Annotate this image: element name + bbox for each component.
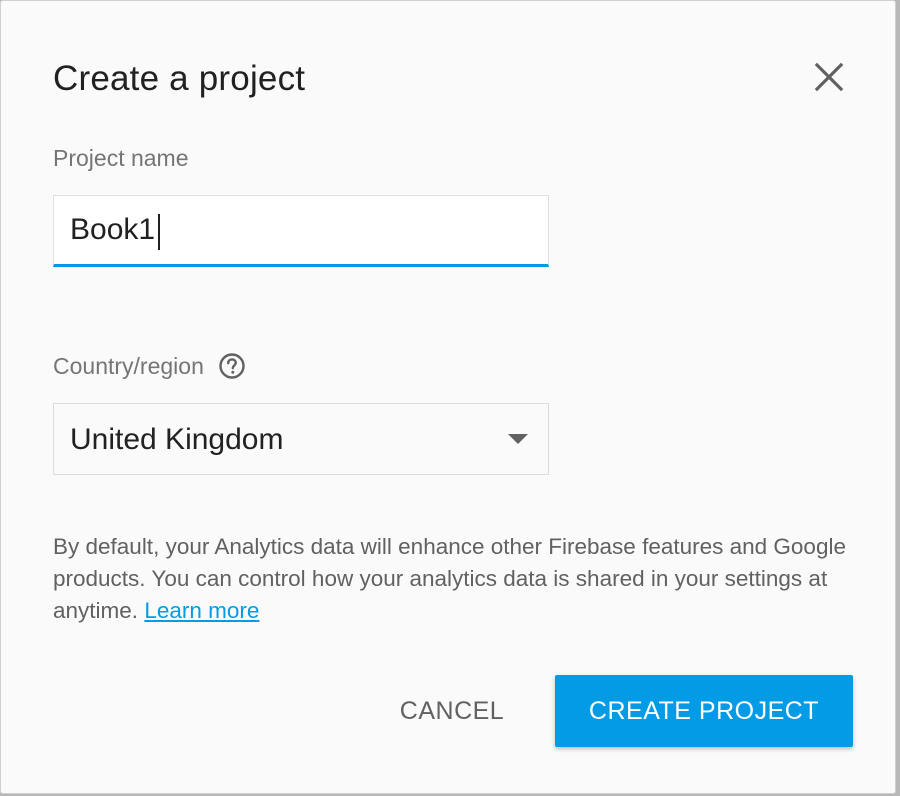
country-selected-value: United Kingdom [70,423,284,456]
dropdown-arrow-icon [508,434,528,444]
create-project-button[interactable]: CREATE PROJECT [555,675,853,747]
close-button[interactable] [807,55,851,99]
country-region-label: Country/region [53,353,204,379]
cancel-button[interactable]: CANCEL [381,681,523,741]
close-icon [807,55,851,99]
country-region-select[interactable]: United Kingdom [53,403,549,475]
project-name-field-container [53,195,549,267]
project-name-label: Project name [53,145,189,171]
learn-more-link[interactable]: Learn more [144,598,259,623]
analytics-info-text: By default, your Analytics data will enh… [53,531,853,627]
dialog-title: Create a project [53,59,306,98]
help-circle-icon[interactable] [218,352,246,380]
country-region-label-row: Country/region [53,351,246,381]
text-cursor [158,214,161,250]
create-project-dialog: Create a project Project name Country/re… [0,0,896,794]
project-name-input[interactable] [54,196,548,264]
